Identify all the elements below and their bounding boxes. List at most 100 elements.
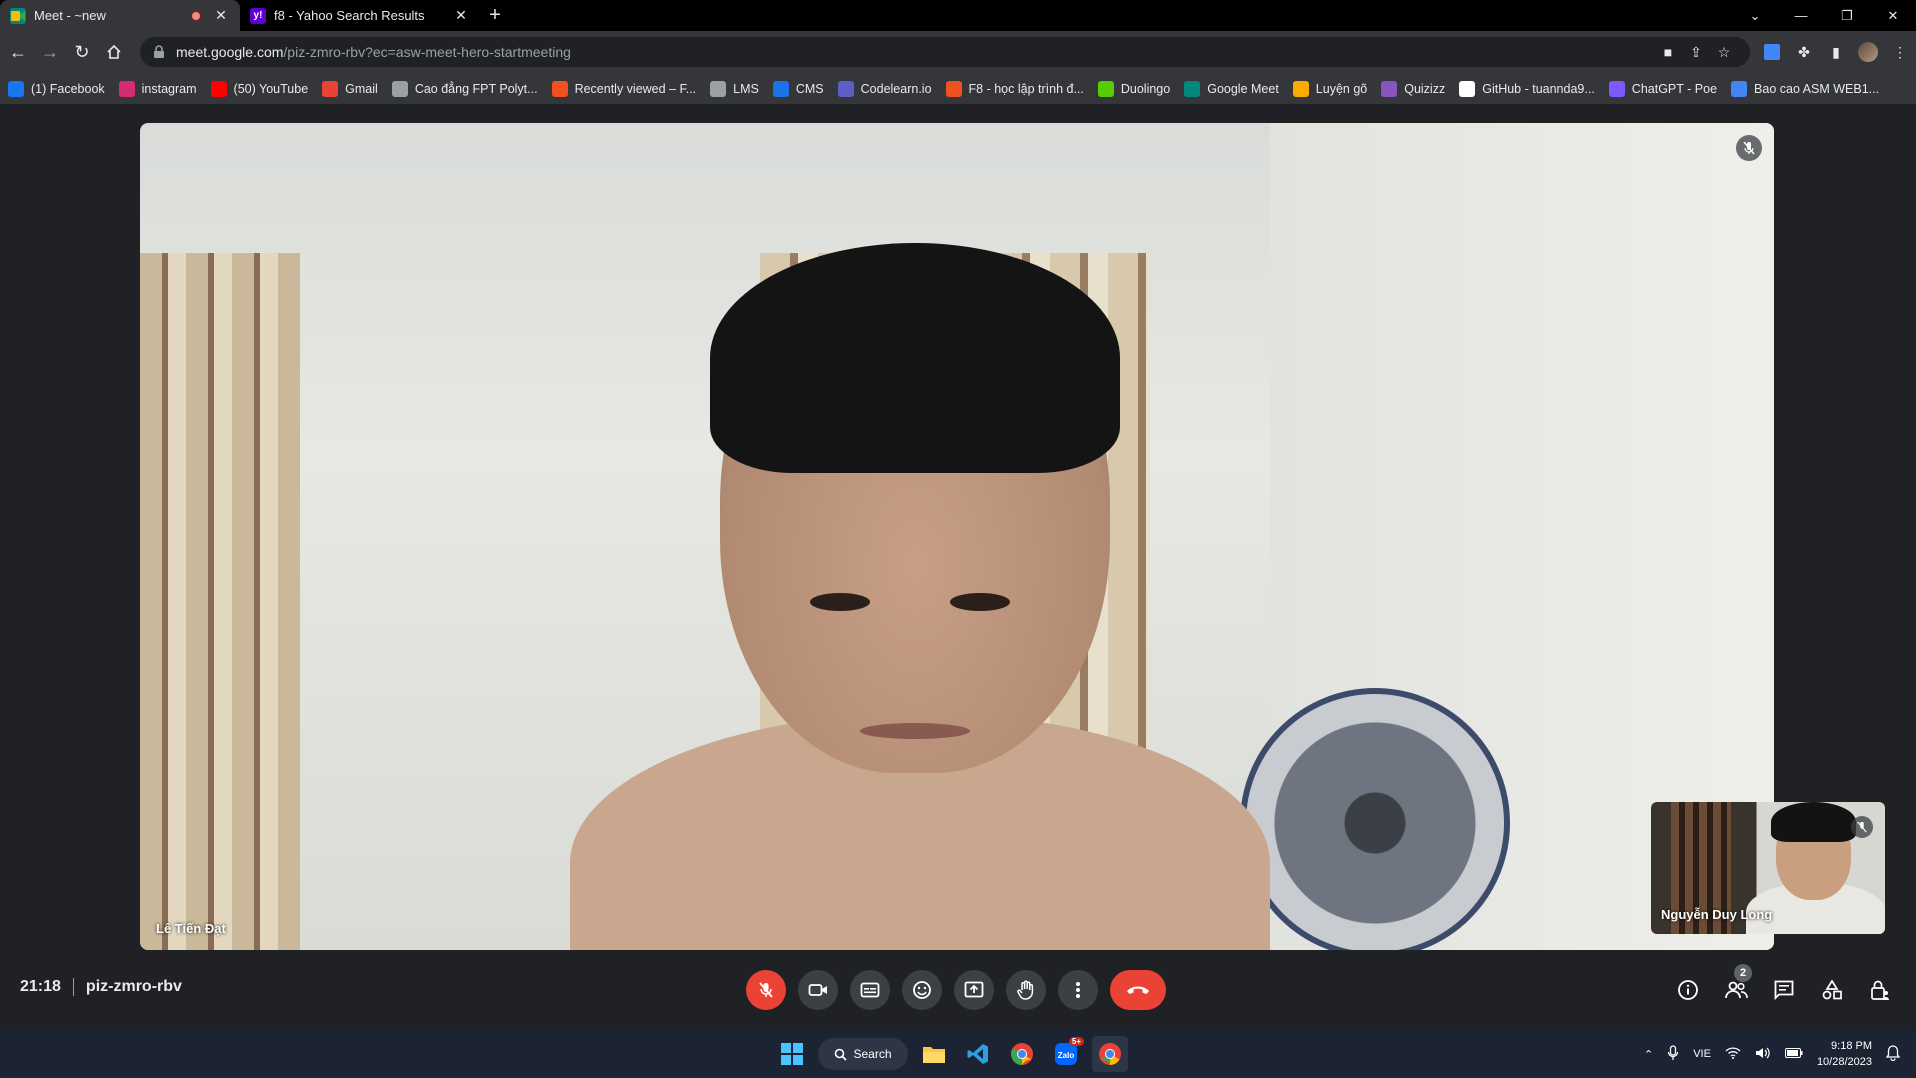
circle-icon: [772, 80, 789, 97]
menu-kebab-icon[interactable]: ⋮: [1884, 37, 1916, 67]
people-button[interactable]: 2: [1716, 964, 1756, 1010]
browser-toolbar: ← → ↻ meet.google.com/piz-zmro-rbv?ec=as…: [0, 31, 1916, 73]
present-screen-button[interactable]: [954, 970, 994, 1010]
bookmark-label: F8 - học lập trình đ...: [968, 81, 1084, 96]
reactions-button[interactable]: [902, 970, 942, 1010]
input-language[interactable]: VIE: [1693, 1048, 1711, 1060]
yahoo-icon: y!: [250, 7, 266, 24]
svg-text:Zalo: Zalo: [1058, 1051, 1075, 1060]
bookmark-item[interactable]: ChatGPT - Poe: [1608, 80, 1717, 97]
meeting-control-bar: 21:18 piz-zmro-rbv 2: [0, 956, 1916, 1028]
volume-icon[interactable]: [1755, 1047, 1771, 1062]
window-controls: ⌄ — ❐ ✕: [1732, 0, 1916, 31]
host-controls-button[interactable]: [1860, 970, 1900, 1010]
extensions-puzzle-icon[interactable]: ✤: [1788, 37, 1820, 67]
bookmark-item[interactable]: GitHub - tuannda9...: [1459, 80, 1595, 97]
bookmark-item[interactable]: F8 - học lập trình đ...: [945, 80, 1084, 97]
bookmark-item[interactable]: LMS: [710, 80, 759, 97]
bookmark-label: Gmail: [345, 81, 378, 96]
back-icon[interactable]: ←: [2, 36, 34, 68]
tab-meet[interactable]: Meet - ~new ✕: [0, 0, 240, 31]
bookmark-label: LMS: [733, 81, 759, 96]
new-tab-button[interactable]: +: [480, 0, 510, 31]
activities-button[interactable]: [1812, 970, 1852, 1010]
close-window-icon[interactable]: ✕: [1870, 0, 1916, 31]
camera-in-use-icon[interactable]: ■: [1654, 44, 1682, 60]
tab-title: f8 - Yahoo Search Results: [274, 8, 425, 23]
show-hidden-icons-icon[interactable]: ⌃: [1644, 1048, 1653, 1061]
microphone-off-button[interactable]: [746, 970, 786, 1010]
vscode-icon[interactable]: [960, 1036, 996, 1072]
bookmark-item[interactable]: Google Meet: [1184, 80, 1279, 97]
close-tab-icon[interactable]: ✕: [452, 7, 470, 24]
battery-icon[interactable]: [1784, 1047, 1803, 1061]
bookmark-item[interactable]: Bao cao ASM WEB1...: [1731, 80, 1879, 97]
cloud-icon: [391, 80, 408, 97]
facebook-icon: [8, 80, 24, 97]
bookmark-item[interactable]: Luyện gõ: [1292, 80, 1368, 97]
search-icon: [835, 1048, 848, 1061]
address-bar[interactable]: meet.google.com/piz-zmro-rbv?ec=asw-meet…: [140, 37, 1750, 67]
tab-yahoo[interactable]: y! f8 - Yahoo Search Results ✕: [240, 0, 480, 31]
self-view-tile[interactable]: Nguyễn Duy Long: [1651, 802, 1885, 934]
bookmark-label: Luyện gõ: [1315, 81, 1368, 96]
bookmark-item[interactable]: Duolingo: [1097, 80, 1170, 97]
camera-button[interactable]: [798, 970, 838, 1010]
emoji-icon: [913, 981, 931, 999]
bookmark-item[interactable]: instagram: [118, 80, 197, 97]
wifi-icon[interactable]: [1725, 1046, 1741, 1062]
taskbar-clock[interactable]: 9:18 PM 10/28/2023: [1817, 1038, 1872, 1070]
chrome-icon[interactable]: [1004, 1036, 1040, 1072]
bookmark-label: (50) YouTube: [233, 81, 309, 96]
close-tab-icon[interactable]: ✕: [212, 7, 230, 24]
meeting-details: 21:18 piz-zmro-rbv: [20, 978, 182, 996]
bookmark-star-icon[interactable]: ☆: [1710, 44, 1738, 61]
bookmark-item[interactable]: (50) YouTube: [210, 80, 309, 97]
file-explorer-icon[interactable]: [916, 1036, 952, 1072]
start-button[interactable]: [774, 1036, 810, 1072]
bookmark-item[interactable]: (1) Facebook: [8, 80, 105, 97]
docs-icon: [1731, 80, 1748, 97]
notification-bell-icon[interactable]: [1885, 1044, 1901, 1064]
bookmark-item[interactable]: Recently viewed – F...: [551, 80, 697, 97]
bookmark-item[interactable]: Gmail: [322, 80, 378, 97]
video-background: [140, 253, 300, 950]
bookmark-item[interactable]: Quizizz: [1381, 80, 1446, 97]
tab-search-icon[interactable]: ⌄: [1732, 0, 1778, 31]
participant-video: [570, 243, 1270, 950]
leave-call-button[interactable]: [1110, 970, 1166, 1010]
more-options-button[interactable]: [1058, 970, 1098, 1010]
f8-icon: [945, 80, 962, 97]
taskbar-search-label: Search: [853, 1047, 892, 1061]
taskbar-search[interactable]: Search: [818, 1038, 908, 1070]
microphone-icon[interactable]: [1667, 1044, 1679, 1064]
bookmark-label: Recently viewed – F...: [574, 81, 697, 96]
video-background: [1240, 688, 1510, 950]
bookmark-label: Quizizz: [1404, 81, 1446, 96]
chat-button[interactable]: [1764, 970, 1804, 1010]
bookmark-item[interactable]: Codelearn.io: [837, 80, 932, 97]
bookmark-label: instagram: [141, 81, 197, 96]
captions-button[interactable]: [850, 970, 890, 1010]
bookmark-item[interactable]: Cao đẳng FPT Polyt...: [391, 80, 538, 97]
bookmark-item[interactable]: CMS: [772, 80, 824, 97]
home-icon[interactable]: [98, 36, 130, 68]
reload-icon[interactable]: ↻: [66, 36, 98, 68]
forward-icon[interactable]: →: [34, 36, 66, 68]
side-panel-icon[interactable]: ▮: [1820, 37, 1852, 67]
profile-avatar[interactable]: [1852, 37, 1884, 67]
main-video-tile[interactable]: Lê Tiến Đạt: [140, 123, 1774, 950]
recording-indicator-icon: [190, 9, 202, 22]
gmail-icon: [322, 80, 339, 97]
minimize-icon[interactable]: —: [1778, 0, 1824, 31]
self-view-name: Nguyễn Duy Long: [1661, 907, 1773, 922]
chrome-profile-icon[interactable]: [1092, 1036, 1128, 1072]
share-icon[interactable]: ⇪: [1682, 44, 1710, 61]
bookmark-label: Codelearn.io: [860, 81, 932, 96]
meeting-info-button[interactable]: [1668, 970, 1708, 1010]
zalo-icon[interactable]: Zalo 5+: [1048, 1036, 1084, 1072]
translate-extension-icon[interactable]: [1756, 37, 1788, 67]
raise-hand-button[interactable]: [1006, 970, 1046, 1010]
restore-icon[interactable]: ❐: [1824, 0, 1870, 31]
bookmark-label: Google Meet: [1207, 81, 1279, 96]
